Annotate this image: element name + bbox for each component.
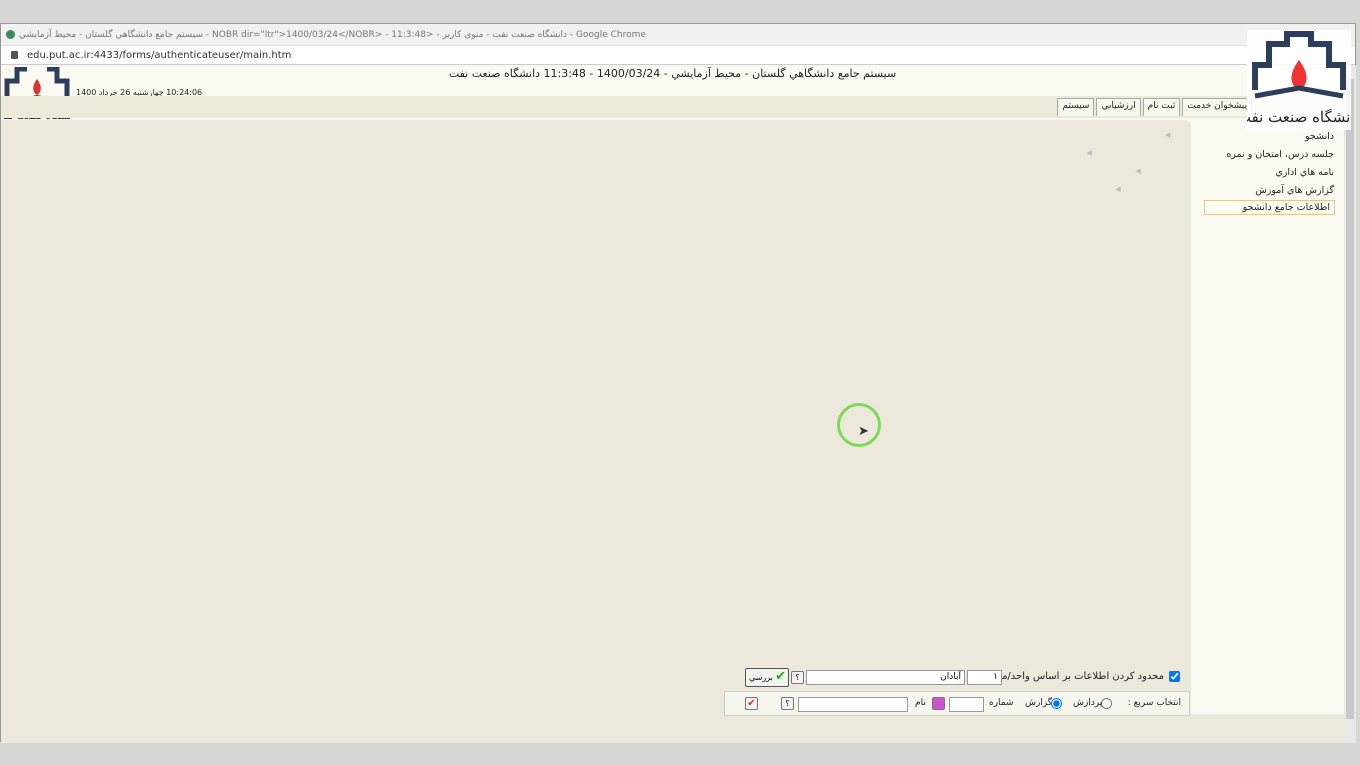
page-title: سيستم جامع دانشگاهي گلستان - محيط آزمايش…	[448, 67, 897, 80]
side-menu: ◀ دانشجو ◀ جلسه درس، امتحان و نمره ◀ نامه ه…	[1086, 120, 1344, 714]
quick-select-row: انتخاب سريع : پردازش گزارش شماره نام ؟ ✔	[724, 691, 1190, 716]
unit-name-input[interactable]: آبادان	[806, 670, 965, 685]
radio-process[interactable]	[1101, 698, 1112, 709]
chrome-icon	[6, 30, 15, 39]
page: دانشگاه صنعت نفت سيستم جامع دانشگاهي گلس…	[1, 65, 1344, 743]
menu-item-student-info[interactable]: اطلاعات جامع دانشجو	[1204, 200, 1335, 215]
tab-service-desk[interactable]: پيشخوان خدمت	[1182, 98, 1252, 116]
menu-item-class-exam-grades[interactable]: ◀ جلسه درس، امتحان و نمره	[1086, 149, 1334, 160]
scrollbar-thumb[interactable]	[1346, 79, 1354, 719]
menu-label: دانشجو	[1304, 131, 1334, 142]
name-input[interactable]	[798, 697, 908, 712]
url-text[interactable]: edu.put.ac.ir:4433/forms/authenticateuse…	[27, 50, 291, 61]
browser-window: سيستم جامع دانشگاهي گلستان - محيط آزمايش…	[0, 23, 1356, 743]
menu-item-admin-letters[interactable]: ◀ نامه هاي اداري	[1135, 167, 1334, 178]
title-bar: سيستم جامع دانشگاهي گلستان - محيط آزمايش…	[1, 24, 1355, 46]
arrow-icon: ◀	[1115, 185, 1121, 193]
tab-registration[interactable]: ثبت نام	[1142, 98, 1181, 116]
process-label: پردازش	[1073, 698, 1103, 708]
checkmark-icon: ✔	[775, 669, 786, 684]
tab-evaluation[interactable]: ارزشيابي	[1096, 98, 1141, 116]
name-help-button[interactable]: ؟	[781, 697, 794, 710]
unit-code-input[interactable]: ۱	[967, 670, 1002, 685]
menu-label: جلسه درس، امتحان و نمره	[1226, 149, 1334, 160]
menu-label: نامه هاي اداري	[1275, 167, 1334, 178]
tab-strip: پيشخوان خدمت ثبت نام ارزشيابي سيستم	[1, 96, 1344, 118]
menu-label: گزارش هاي آموزش	[1255, 185, 1334, 196]
menu-item-education-reports[interactable]: ◀ گزارش هاي آموزش	[1115, 185, 1334, 196]
number-label: شماره	[989, 698, 1014, 708]
number-input[interactable]	[949, 697, 984, 712]
report-label: گزارش	[1025, 698, 1053, 708]
lock-icon	[11, 51, 18, 59]
check-button[interactable]: بررسي ✔	[745, 668, 789, 687]
vertical-scrollbar[interactable]	[1344, 65, 1356, 743]
radio-report[interactable]	[1051, 698, 1062, 709]
menu-label: اطلاعات جامع دانشجو	[1242, 202, 1330, 213]
quick-select-label: انتخاب سريع :	[1127, 698, 1181, 708]
mouse-pointer-icon: ➤	[858, 424, 869, 439]
main-content	[1, 120, 1191, 714]
watermark-logo: دانشگاه صنعت نفت	[1247, 30, 1351, 130]
menu-item-student[interactable]: ◀ دانشجو	[1165, 131, 1334, 142]
bottom-panel: محدود كردن اطلاعات بر اساس واحد/مركز ۱ آ…	[1, 668, 1344, 743]
address-bar[interactable]: edu.put.ac.ir:4433/forms/authenticateuse…	[1, 46, 1355, 65]
arrow-icon: ◀	[1164, 131, 1171, 139]
unit-help-button[interactable]: ؟	[791, 671, 804, 684]
name-label: نام	[915, 698, 926, 708]
confirm-check-icon[interactable]: ✔	[745, 697, 758, 710]
arrow-icon: ◀	[1135, 167, 1141, 175]
check-button-label: بررسي	[749, 673, 773, 682]
limit-label: محدود كردن اطلاعات بر اساس واحد/مركز	[986, 671, 1164, 682]
tab-system[interactable]: سيستم	[1057, 98, 1095, 116]
window-title: سيستم جامع دانشگاهي گلستان - محيط آزمايش…	[19, 30, 646, 40]
arrow-icon: ◀	[1086, 149, 1092, 157]
limit-checkbox[interactable]	[1169, 671, 1180, 682]
svg-text:دانشگاه صنعت نفت: دانشگاه صنعت نفت	[1247, 108, 1351, 126]
lookup-icon[interactable]	[932, 697, 945, 710]
